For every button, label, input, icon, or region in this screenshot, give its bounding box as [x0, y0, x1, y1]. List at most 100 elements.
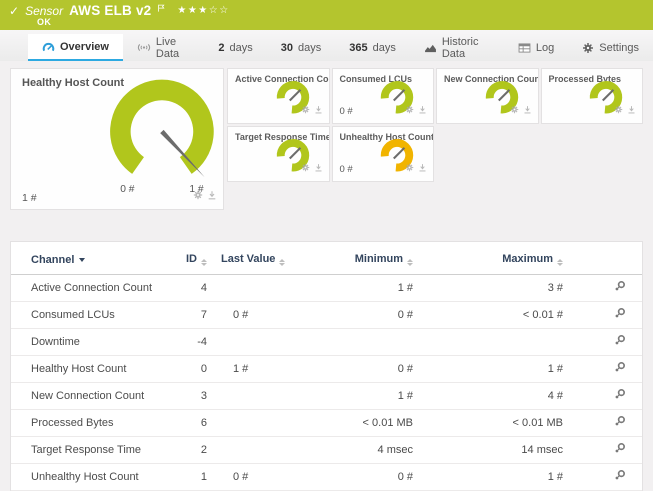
gauge-settings-icon[interactable] — [405, 101, 414, 119]
sort-desc-icon — [79, 257, 86, 262]
gauge-current-value: 1 # — [22, 192, 37, 204]
channel-table-panel: Channel ID Last Value Minimum Maximum Ac… — [10, 241, 643, 491]
gauge-download-icon[interactable] — [314, 159, 323, 177]
channel-last-value — [207, 274, 323, 302]
gauge-panel-unhealthy-host-count[interactable]: Unhealthy Host Count 0 # — [331, 126, 434, 182]
tab-bar: Overview Live Data 2 days 30 days 365 days Histo… — [0, 30, 653, 61]
table-header-row: Channel ID Last Value Minimum Maximum — [11, 247, 642, 275]
gauge-panel-new-connection-count[interactable]: New Connection Count — [436, 68, 539, 124]
channel-name: Unhealthy Host Count — [11, 463, 163, 491]
channel-maximum — [413, 328, 563, 356]
gauge-settings-icon[interactable] — [301, 159, 310, 177]
tab-label: Live Data — [155, 35, 180, 60]
channel-id: 4 — [163, 274, 207, 302]
tab-historic-data[interactable]: Historic Data — [410, 34, 504, 61]
channel-id: -4 — [163, 328, 207, 356]
channel-minimum: 1 # — [323, 274, 413, 302]
tab-label: Log — [535, 41, 555, 54]
channel-settings-icon[interactable] — [614, 334, 626, 349]
chart-icon — [424, 43, 437, 53]
tab-overview[interactable]: Overview — [28, 34, 123, 61]
tab-30-days[interactable]: 30 days — [267, 34, 336, 61]
column-header-id[interactable]: ID — [163, 247, 207, 275]
gauge-download-icon[interactable] — [523, 101, 532, 119]
channel-id: 3 — [163, 382, 207, 410]
gauge-download-icon[interactable] — [314, 101, 323, 119]
column-header-last-value[interactable]: Last Value — [207, 247, 323, 275]
tab-label: Overview — [60, 40, 109, 53]
priority-flag-icon[interactable] — [157, 0, 165, 17]
channel-last-value — [207, 409, 323, 437]
channel-name: Processed Bytes — [11, 409, 163, 437]
channel-minimum: 0 # — [323, 463, 413, 491]
channel-settings-icon[interactable] — [614, 469, 626, 484]
tab-log[interactable]: Log — [504, 34, 568, 61]
column-header-maximum[interactable]: Maximum — [413, 247, 563, 275]
tab-label: days — [297, 41, 322, 54]
sensor-title: AWS ELB v2 — [69, 3, 152, 18]
gauge-download-icon[interactable] — [627, 101, 636, 119]
tab-2-days[interactable]: 2 days — [204, 34, 266, 61]
tab-number: 30 — [280, 41, 293, 54]
gauge-panel-processed-bytes[interactable]: Processed Bytes — [540, 68, 643, 124]
tab-365-days[interactable]: 365 days — [335, 34, 410, 61]
channel-name: Downtime — [11, 328, 163, 356]
table-row: Downtime -4 — [11, 328, 642, 356]
table-row: Unhealthy Host Count 1 0 #0 #1 # — [11, 463, 642, 491]
gauge-settings-icon[interactable] — [614, 101, 623, 119]
gauge-settings-icon[interactable] — [193, 187, 203, 205]
channel-last-value — [207, 328, 323, 356]
gauge-current-value: 0 # — [339, 164, 353, 175]
channel-table: Channel ID Last Value Minimum Maximum Ac… — [11, 247, 642, 491]
gauge-download-icon[interactable] — [207, 187, 217, 205]
table-row: Consumed LCUs 7 0 #0 # < 0.01 # — [11, 301, 642, 329]
tab-label: days — [229, 41, 253, 54]
gauge-panel-active-connection-count[interactable]: Active Connection Count — [227, 68, 330, 124]
priority-stars[interactable]: ★★★☆☆ — [177, 5, 229, 16]
channel-id: 6 — [163, 409, 207, 437]
tab-number: 2 — [218, 41, 225, 54]
object-kind-label: Sensor — [25, 3, 64, 18]
channel-settings-icon[interactable] — [614, 361, 626, 376]
channel-name: Active Connection Count — [11, 274, 163, 302]
channel-maximum: 4 # — [413, 382, 563, 410]
channel-name: Consumed LCUs — [11, 301, 163, 329]
channel-settings-icon[interactable] — [614, 280, 626, 295]
gauge-panel-consumed-lcus[interactable]: Consumed LCUs 0 # — [331, 68, 434, 124]
gear-icon — [582, 42, 594, 54]
sort-both-icon — [279, 259, 286, 266]
channel-settings-icon[interactable] — [614, 415, 626, 430]
channel-id: 1 — [163, 463, 207, 491]
tab-label: Settings — [599, 41, 639, 54]
tab-label: days — [372, 41, 396, 54]
gauge-current-value: 0 # — [339, 106, 353, 117]
gauge-settings-icon[interactable] — [301, 101, 310, 119]
column-header-minimum[interactable]: Minimum — [323, 247, 413, 275]
channel-maximum: 3 # — [413, 274, 563, 302]
channel-id: 7 — [163, 301, 207, 329]
channel-minimum: 0 # — [323, 355, 413, 383]
gauge-panel-healthy-host-count[interactable]: Healthy Host Count 0 # 1 # 1 # — [10, 68, 224, 210]
tab-live-data[interactable]: Live Data — [123, 34, 204, 61]
channel-minimum — [323, 328, 413, 356]
channel-id: 0 — [163, 355, 207, 383]
channel-maximum: < 0.01 # — [413, 301, 563, 329]
gauge-download-icon[interactable] — [418, 159, 427, 177]
table-row: Processed Bytes 6 < 0.01 MB < 0.01 MB — [11, 409, 642, 437]
healthy-host-count-gauge: 0 # 1 # — [110, 79, 214, 195]
log-icon — [518, 42, 531, 53]
tab-settings[interactable]: Settings — [568, 34, 653, 61]
tab-number: 365 — [349, 41, 368, 54]
gauge-settings-icon[interactable] — [510, 101, 519, 119]
channel-maximum: < 0.01 MB — [413, 409, 563, 437]
channel-settings-icon[interactable] — [614, 442, 626, 457]
gauge-panel-target-response-time[interactable]: Target Response Time — [227, 126, 330, 182]
channel-settings-icon[interactable] — [614, 307, 626, 322]
gauge-download-icon[interactable] — [418, 101, 427, 119]
small-gauge-grid: Active Connection CountConsumed LCUs0 #N… — [227, 68, 643, 182]
gauge-settings-icon[interactable] — [405, 159, 414, 177]
table-row: Active Connection Count 4 1 #3 # — [11, 274, 642, 302]
column-header-channel[interactable]: Channel — [11, 247, 163, 275]
sensor-header: ✓ Sensor AWS ELB v2 ★★★☆☆ OK — [0, 0, 653, 30]
channel-settings-icon[interactable] — [614, 388, 626, 403]
